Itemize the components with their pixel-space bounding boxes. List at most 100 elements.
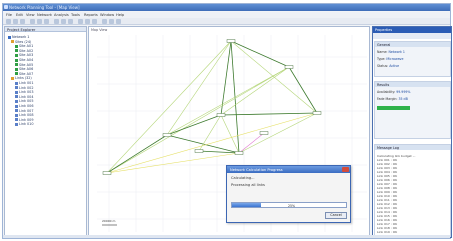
network-link[interactable] — [288, 66, 318, 114]
properties-toolbar — [373, 33, 451, 39]
tree-item[interactable]: Site A04 — [15, 58, 33, 62]
tree-item[interactable]: Link 004 — [15, 95, 34, 99]
general-header[interactable]: General — [375, 42, 450, 47]
tree-node-icon — [15, 118, 18, 122]
site-node[interactable] — [216, 113, 226, 117]
network-link[interactable] — [220, 112, 318, 116]
message-log[interactable]: Message Log Calculating link budget ... L… — [374, 144, 451, 237]
network-link[interactable] — [166, 114, 222, 136]
tree-node-icon — [15, 90, 18, 94]
add-link-icon[interactable] — [92, 19, 97, 24]
tree-item[interactable]: Links (32) — [11, 76, 32, 80]
tree-item[interactable]: Link 005 — [15, 99, 34, 103]
network-link[interactable] — [166, 40, 232, 136]
tree-item[interactable]: Site A03 — [15, 53, 33, 57]
tree-node-icon — [15, 67, 18, 71]
map-links — [106, 40, 318, 174]
menu-window[interactable]: Window — [100, 13, 114, 17]
menu-reports[interactable]: Reports — [84, 13, 98, 17]
tree-item[interactable]: Site A02 — [15, 49, 33, 53]
site-node[interactable] — [234, 151, 244, 155]
tree-node-icon — [15, 122, 18, 126]
settings-icon[interactable] — [116, 19, 121, 24]
dialog-progress-fill — [232, 203, 261, 207]
tree-item-label: Link 006 — [19, 104, 34, 108]
add-site-icon[interactable] — [85, 19, 90, 24]
site-node[interactable] — [102, 171, 112, 175]
site-node[interactable] — [226, 39, 236, 43]
site-node[interactable] — [259, 131, 269, 135]
tree-node-icon — [15, 104, 18, 108]
zoom-out-icon[interactable] — [61, 19, 66, 24]
close-icon[interactable] — [342, 167, 349, 172]
save-icon[interactable] — [20, 19, 25, 24]
results-section: Results Availability: 99.999% Fade Margi… — [374, 81, 451, 139]
network-link[interactable] — [166, 66, 290, 136]
panel-header: Project Explorer — [5, 27, 86, 32]
menu-view[interactable]: View — [26, 13, 35, 17]
menu-file[interactable]: File — [6, 13, 12, 17]
tree-item[interactable]: Site A07 — [15, 72, 33, 76]
pan-icon[interactable] — [68, 19, 73, 24]
tree-item[interactable]: Site A06 — [15, 67, 33, 71]
tree-item-label: Link 001 — [19, 81, 34, 85]
menu-network[interactable]: Network — [37, 13, 52, 17]
network-link[interactable] — [230, 40, 290, 68]
open-icon[interactable] — [13, 19, 18, 24]
tree-item-label: Site A07 — [19, 71, 34, 76]
copy-icon[interactable] — [37, 19, 42, 24]
properties-panel: Properties General Name: Network 1 Type:… — [372, 26, 452, 238]
tree-item[interactable]: Site A01 — [15, 44, 33, 48]
tree-item[interactable]: Link 008 — [15, 113, 34, 117]
network-link[interactable] — [106, 152, 240, 174]
tree-node-icon — [11, 40, 14, 44]
tree-item[interactable]: Link 001 — [15, 81, 34, 85]
app-icon — [4, 5, 8, 9]
network-link[interactable] — [106, 112, 318, 174]
project-explorer: Project Explorer Network 1 Sites (24) Site… — [4, 26, 87, 238]
network-link[interactable] — [238, 112, 318, 154]
site-node[interactable] — [194, 149, 204, 153]
report-icon[interactable] — [109, 19, 114, 24]
menu-help[interactable]: Help — [116, 13, 124, 17]
select-icon[interactable] — [78, 19, 83, 24]
tree-item[interactable]: Link 006 — [15, 104, 34, 108]
general-header-label: General — [377, 42, 391, 47]
menu-tools[interactable]: Tools — [71, 13, 80, 17]
calculate-icon[interactable] — [102, 19, 107, 24]
paste-icon[interactable] — [44, 19, 49, 24]
site-node[interactable] — [162, 133, 172, 137]
site-node[interactable] — [284, 65, 294, 69]
tree-item[interactable]: Link 007 — [15, 109, 34, 113]
menu-analysis[interactable]: Analysis — [54, 13, 69, 17]
network-link[interactable] — [238, 132, 265, 154]
prop-row-status: Status: Active — [377, 64, 400, 68]
network-link[interactable] — [106, 66, 290, 174]
menu-edit[interactable]: Edit — [16, 13, 23, 17]
site-node[interactable] — [312, 111, 322, 115]
dialog-title: Network Calculation Progress — [230, 167, 283, 172]
cancel-button[interactable]: Cancel — [325, 212, 347, 219]
tree-node-icon — [15, 53, 18, 57]
results-header[interactable]: Results — [375, 82, 450, 87]
network-link[interactable] — [220, 66, 290, 116]
tree-item[interactable]: Link 002 — [15, 86, 34, 90]
tree-item[interactable]: Network 1 — [8, 35, 29, 39]
tree-item-label: Link 002 — [19, 85, 34, 90]
tree-item[interactable]: Sites (24) — [11, 40, 31, 44]
tree-item[interactable]: Link 010 — [15, 122, 34, 126]
tree-node-icon — [15, 72, 18, 76]
tree-item[interactable]: Link 009 — [15, 118, 34, 122]
tree-item-label: Link 007 — [19, 108, 34, 113]
status-bar — [3, 235, 450, 238]
network-link[interactable] — [106, 40, 232, 174]
result-row-availability: Availability: 99.999% — [377, 90, 411, 94]
title-bar: Network Planning Tool - [Map View] — [3, 4, 450, 11]
tree-node-icon — [15, 81, 18, 85]
tree-item[interactable]: Link 003 — [15, 90, 34, 94]
panel-title: Project Explorer — [7, 27, 36, 32]
new-icon[interactable] — [6, 19, 11, 24]
zoom-in-icon[interactable] — [54, 19, 59, 24]
cut-icon[interactable] — [30, 19, 35, 24]
tree-item[interactable]: Site A05 — [15, 63, 33, 67]
